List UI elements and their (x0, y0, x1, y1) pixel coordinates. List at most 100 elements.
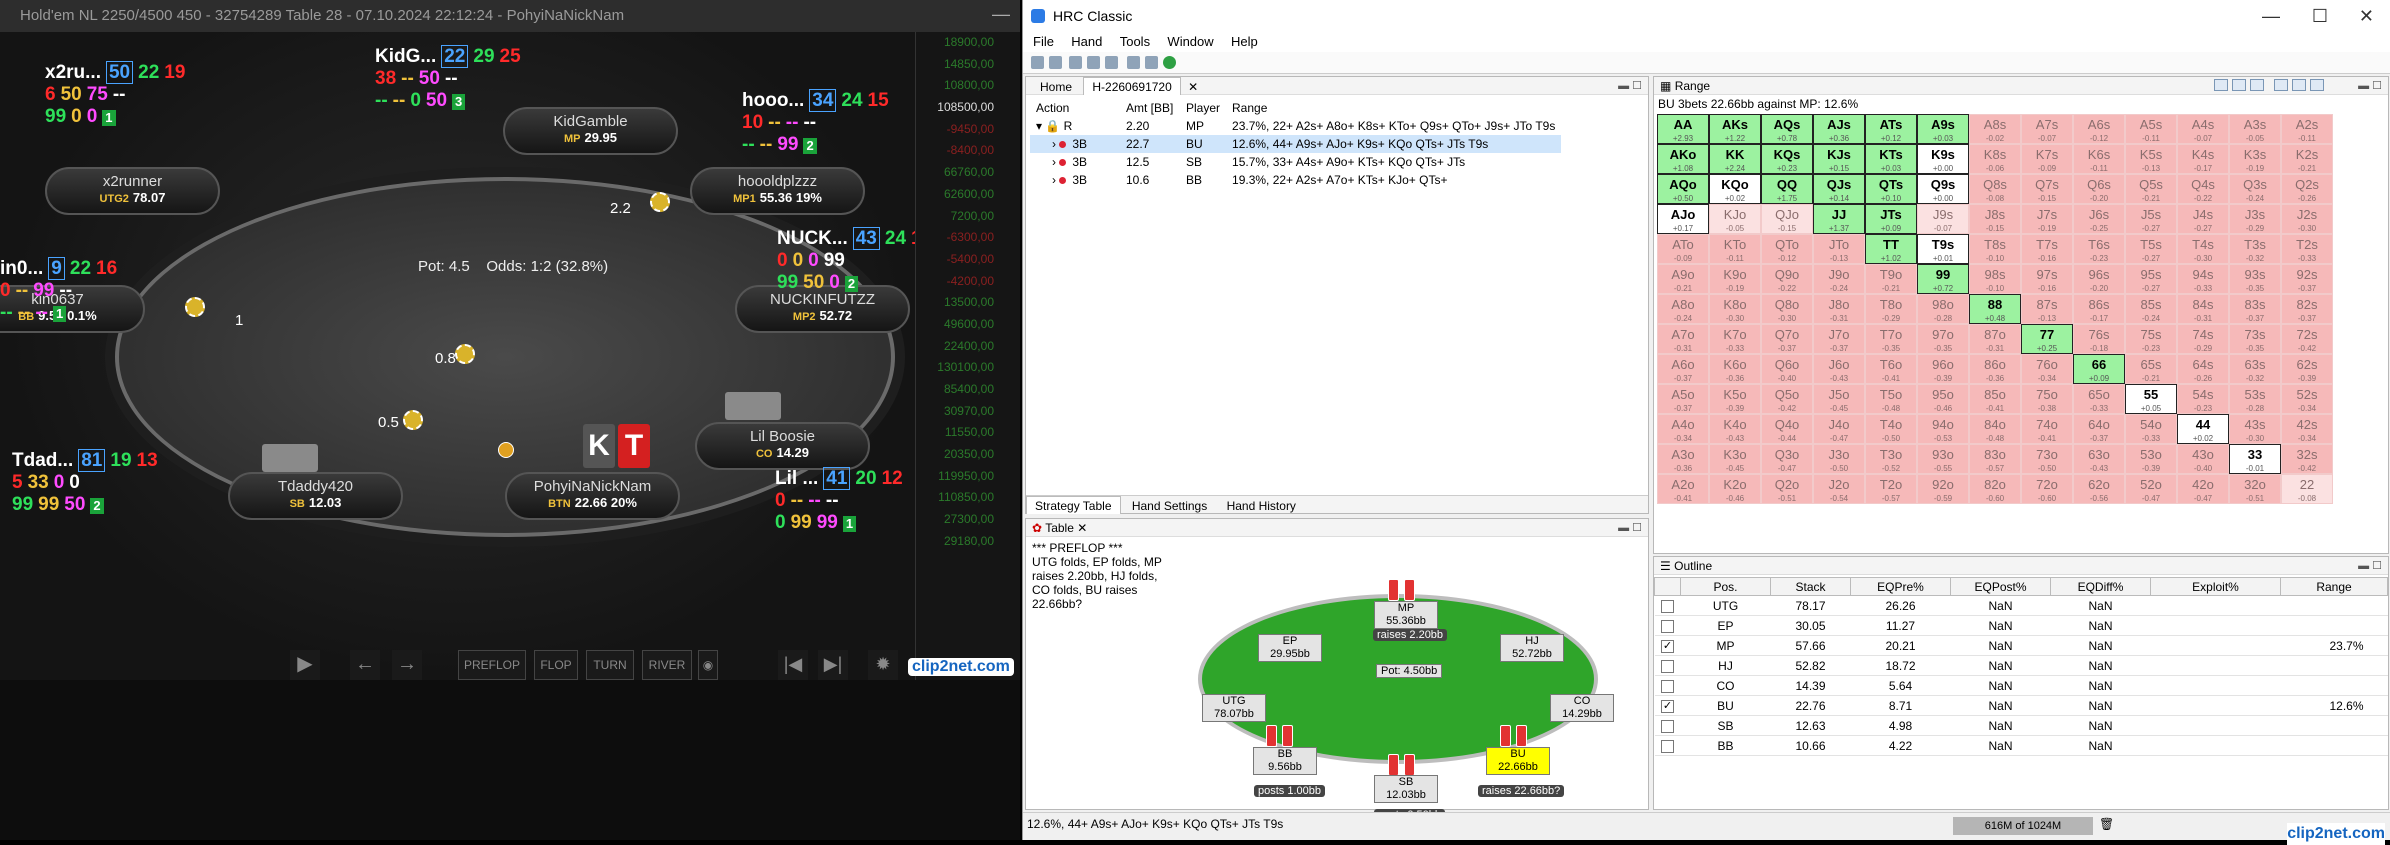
range-cell[interactable]: 53o -0.39 (2125, 444, 2177, 474)
range-cell[interactable]: A6s -0.12 (2073, 114, 2125, 144)
minimize-icon[interactable]: — (992, 4, 1010, 25)
settings-gear-icon[interactable]: ✹ (868, 650, 898, 680)
row-checkbox[interactable] (1661, 719, 1674, 733)
range-cell[interactable]: KTs +0.03 (1865, 144, 1917, 174)
range-cell[interactable]: T6o -0.41 (1865, 354, 1917, 384)
step-forward-icon[interactable]: → (392, 650, 422, 680)
ladder-value[interactable]: -8400,00 (916, 140, 1020, 162)
range-cell[interactable]: K8o -0.30 (1709, 294, 1761, 324)
range-cell[interactable]: 86s -0.17 (2073, 294, 2125, 324)
range-cell[interactable]: J6o -0.43 (1813, 354, 1865, 384)
action-row[interactable]: › 3B 10.6 BB 19.3%, 22+ A2s+ A7o+ KTs+ K… (1030, 171, 1561, 189)
range-cell[interactable]: Q5o -0.42 (1761, 384, 1813, 414)
view-icon[interactable] (2214, 79, 2228, 91)
range-cell[interactable]: 94s -0.33 (2177, 264, 2229, 294)
range-cell[interactable]: 32s -0.42 (2281, 444, 2333, 474)
range-cell[interactable]: Q6o -0.40 (1761, 354, 1813, 384)
action-row[interactable]: › 3B 22.7 BU 12.6%, 44+ A9s+ AJo+ K9s+ K… (1030, 135, 1562, 153)
seat-tdaddy420[interactable]: Tdaddy420 SB 12.03 (228, 472, 403, 520)
save-icon[interactable] (1127, 56, 1140, 69)
hud-lil-boosie[interactable]: Lil ... 41 20 12 0 -- -- -- 0 99 99 1 (775, 467, 908, 534)
range-cell[interactable]: 73o -0.50 (2021, 444, 2073, 474)
range-cell[interactable]: T2o -0.57 (1865, 474, 1917, 504)
range-cell[interactable]: AA +2.93 (1657, 114, 1709, 144)
range-cell[interactable]: K6o -0.36 (1709, 354, 1761, 384)
range-cell[interactable]: 85s -0.24 (2125, 294, 2177, 324)
step-back-icon[interactable]: ← (350, 650, 380, 680)
run-icon[interactable] (1163, 56, 1176, 69)
range-cell[interactable]: 73s -0.35 (2229, 324, 2281, 354)
range-cell[interactable]: T3s -0.32 (2229, 234, 2281, 264)
range-cell[interactable]: 92s -0.37 (2281, 264, 2333, 294)
range-cell[interactable]: 93o -0.55 (1917, 444, 1969, 474)
hud-kin0637[interactable]: in0... 9 22 16 0 -- 99 -- -- -- -- 1 (0, 257, 122, 324)
mini-seat-ep[interactable]: EP 29.95bb (1258, 634, 1322, 662)
street-turn-button[interactable]: TURN (586, 650, 634, 680)
range-cell[interactable]: QJs +0.14 (1813, 174, 1865, 204)
panel-window-controls-icon[interactable]: ▬ ☐ (1618, 77, 1642, 95)
range-cell[interactable]: 96s -0.20 (2073, 264, 2125, 294)
row-checkbox[interactable] (1661, 739, 1674, 753)
range-cell[interactable]: 92o -0.59 (1917, 474, 1969, 504)
range-cell[interactable]: 83o -0.57 (1969, 444, 2021, 474)
row-checkbox[interactable] (1661, 659, 1674, 673)
range-cell[interactable]: 95o -0.46 (1917, 384, 1969, 414)
export-icon[interactable] (1145, 56, 1158, 69)
range-cell[interactable]: K7o -0.33 (1709, 324, 1761, 354)
range-cell[interactable]: J8o -0.31 (1813, 294, 1865, 324)
range-cell[interactable]: 97s -0.16 (2021, 264, 2073, 294)
expand-icon[interactable]: › (1052, 173, 1056, 187)
seat-kidgamble[interactable]: KidGamble MP 29.95 (503, 107, 678, 155)
menu-window[interactable]: Window (1167, 34, 1213, 49)
range-cell[interactable]: 42o -0.47 (2177, 474, 2229, 504)
range-cell[interactable]: 99 +0.72 (1917, 264, 1969, 294)
ladder-value[interactable]: 49600,00 (916, 314, 1020, 336)
ladder-value[interactable]: 108500,00 (916, 97, 1020, 119)
outline-row[interactable]: BB 10.66 4.22 NaN NaN (1654, 735, 2388, 756)
range-cell[interactable]: 74s -0.29 (2177, 324, 2229, 354)
ladder-value[interactable]: 20350,00 (916, 444, 1020, 466)
ladder-value[interactable]: 22400,00 (916, 336, 1020, 358)
range-cell[interactable]: Q3s -0.24 (2229, 174, 2281, 204)
range-cell[interactable]: K4o -0.43 (1709, 414, 1761, 444)
range-cell[interactable]: KK +2.24 (1709, 144, 1761, 174)
range-cell[interactable]: 75s -0.23 (2125, 324, 2177, 354)
ladder-value[interactable]: 110850,00 (916, 487, 1020, 509)
range-cell[interactable]: J6s -0.25 (2073, 204, 2125, 234)
range-cell[interactable]: A7s -0.07 (2021, 114, 2073, 144)
range-cell[interactable]: J2o -0.54 (1813, 474, 1865, 504)
mini-seat-mp[interactable]: MP 55.36bb (1374, 601, 1438, 629)
action-row[interactable]: › 3B 12.5 SB 15.7%, 33+ A4s+ A9o+ KTs+ K… (1030, 153, 1561, 171)
ladder-value[interactable]: 29180,00 (916, 531, 1020, 553)
range-cell[interactable]: A3s -0.05 (2229, 114, 2281, 144)
range-tab[interactable]: Range (1675, 79, 1710, 93)
range-cell[interactable]: 74o -0.41 (2021, 414, 2073, 444)
mini-seat-co[interactable]: CO 14.29bb (1550, 694, 1614, 722)
range-cell[interactable]: A2s -0.11 (2281, 114, 2333, 144)
row-checkbox[interactable]: ✓ (1661, 699, 1674, 713)
range-cell[interactable]: 32o -0.51 (2229, 474, 2281, 504)
range-cell[interactable]: 75o -0.38 (2021, 384, 2073, 414)
ladder-value[interactable]: 62600,00 (916, 184, 1020, 206)
range-cell[interactable]: 62s -0.39 (2281, 354, 2333, 384)
range-cell[interactable]: 64s -0.26 (2177, 354, 2229, 384)
range-cell[interactable]: 85o -0.41 (1969, 384, 2021, 414)
outline-row[interactable]: SB 12.63 4.98 NaN NaN (1654, 715, 2388, 736)
ladder-value[interactable]: 130100,00 (916, 357, 1020, 379)
range-cell[interactable]: T9s +0.01 (1917, 234, 1969, 264)
play-icon[interactable]: ▶ (290, 650, 320, 680)
mini-seat-sb[interactable]: SB 12.03bb (1374, 775, 1438, 803)
row-checkbox[interactable] (1661, 679, 1674, 693)
range-cell[interactable]: 82o -0.60 (1969, 474, 2021, 504)
range-cell[interactable]: QJo -0.15 (1761, 204, 1813, 234)
range-cell[interactable]: KQo +0.02 (1709, 174, 1761, 204)
range-cell[interactable]: 87s -0.13 (2021, 294, 2073, 324)
range-cell[interactable]: K4s -0.17 (2177, 144, 2229, 174)
hud-kidgamble[interactable]: KidG... 22 29 25 38 -- 50 -- -- -- 0 50 3 (375, 45, 526, 112)
street-river-button[interactable]: RIVER (642, 650, 692, 680)
range-cell[interactable]: 76o -0.34 (2021, 354, 2073, 384)
range-cell[interactable]: A3o -0.36 (1657, 444, 1709, 474)
range-cell[interactable]: K3s -0.19 (2229, 144, 2281, 174)
range-cell[interactable]: J7s -0.19 (2021, 204, 2073, 234)
range-cell[interactable]: 65o -0.33 (2073, 384, 2125, 414)
